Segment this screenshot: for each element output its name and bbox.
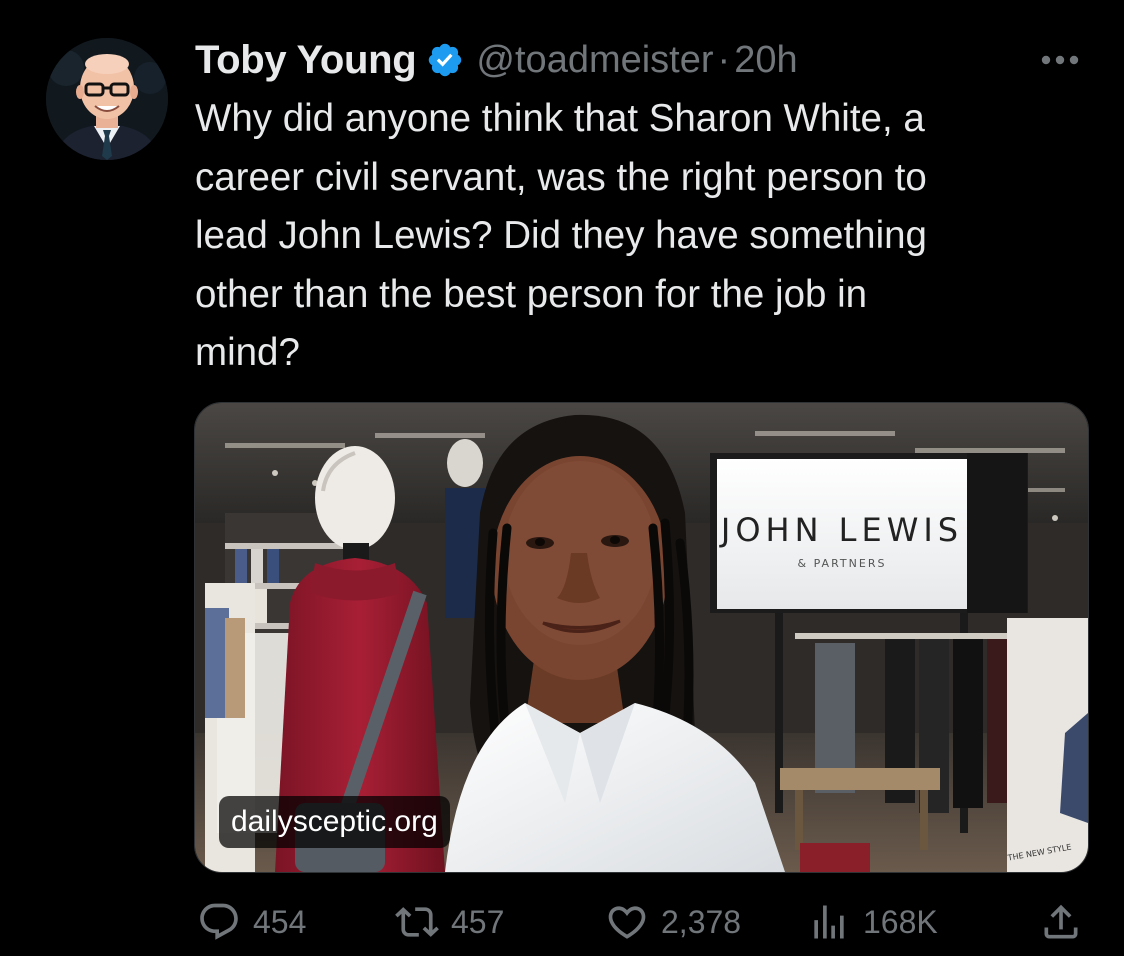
tweet-header: Toby Young @toadmeister · 20h xyxy=(195,36,798,84)
like-button[interactable]: 2,378 xyxy=(605,896,741,948)
sign-subtitle: & PARTNERS xyxy=(798,557,887,570)
reply-button[interactable]: 454 xyxy=(197,896,306,948)
verified-badge-icon[interactable] xyxy=(426,41,464,79)
retweet-button[interactable]: 457 xyxy=(395,896,504,948)
like-count: 2,378 xyxy=(661,903,742,940)
share-button[interactable] xyxy=(1039,896,1083,948)
views-icon xyxy=(814,905,844,939)
header-separator: · xyxy=(717,38,731,81)
tweet-action-bar: 454 457 2,378 168K xyxy=(195,896,1087,948)
share-icon xyxy=(1044,904,1078,939)
tweet-timestamp[interactable]: 20h xyxy=(734,39,797,82)
author-name[interactable]: Toby Young xyxy=(195,38,417,83)
sign-title: JOHN LEWIS xyxy=(719,511,963,549)
more-options-button[interactable] xyxy=(1034,42,1086,78)
link-domain-badge[interactable]: dailysceptic.org xyxy=(219,796,450,848)
more-horizontal-icon xyxy=(1041,55,1079,65)
views-button[interactable]: 168K xyxy=(807,896,938,948)
reply-icon xyxy=(200,903,238,940)
retweet-icon xyxy=(395,907,439,937)
retweet-count: 457 xyxy=(451,903,505,940)
tweet-media-image[interactable]: JOHN LEWIS & PARTNERS THE NEW STYLE dail… xyxy=(194,402,1089,873)
views-count: 168K xyxy=(863,903,938,940)
author-avatar[interactable] xyxy=(46,38,168,160)
tweet: Toby Young @toadmeister · 20h Why did an… xyxy=(0,0,1124,956)
author-handle[interactable]: @toadmeister xyxy=(476,39,713,82)
tweet-text: Why did anyone think that Sharon White, … xyxy=(195,97,927,374)
heart-icon xyxy=(608,906,646,939)
reply-count: 454 xyxy=(253,903,307,940)
